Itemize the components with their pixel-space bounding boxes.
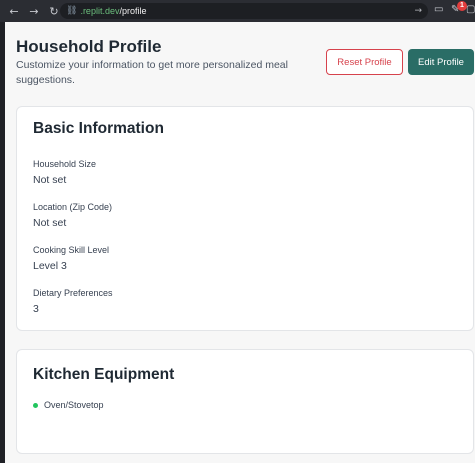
dietary-preferences-label: Dietary Preferences <box>33 288 113 298</box>
location-value: Not set <box>33 217 67 229</box>
screen-cast-icon[interactable]: ▭ <box>434 4 443 15</box>
location-label: Location (Zip Code) <box>33 202 113 212</box>
household-size-value: Not set <box>33 174 67 186</box>
basic-information-card: Basic Information Household Size Not set… <box>16 106 474 331</box>
profile-page: Household Profile Customize your informa… <box>5 22 475 463</box>
card-title: Basic Information <box>33 120 164 137</box>
household-size-label: Household Size <box>33 159 97 169</box>
back-icon[interactable]: ← <box>4 5 24 18</box>
cooking-skill-label: Cooking Skill Level <box>33 245 110 255</box>
go-icon[interactable]: → <box>414 6 422 16</box>
status-dot-icon <box>33 402 38 408</box>
page-title: Household Profile <box>16 37 162 56</box>
browser-toolbar: ← → ↻ ⛓ .replit.dev /profile → ▭ ✎ 1 ▢ <box>0 0 475 22</box>
edit-profile-button[interactable]: Edit Profile <box>408 49 474 75</box>
url-path: /profile <box>119 6 147 16</box>
forward-icon[interactable]: → <box>24 5 44 18</box>
cooking-skill-value: Level 3 <box>33 260 67 272</box>
equipment-label: Oven/Stovetop <box>44 400 104 410</box>
url-host: .replit.dev <box>80 6 120 16</box>
list-item: Oven/Stovetop <box>33 400 104 410</box>
window-icon[interactable]: ▢ <box>466 4 475 15</box>
link-icon: ⛓ <box>66 6 78 16</box>
page-subtitle: Customize your information to get more p… <box>16 59 288 86</box>
address-bar[interactable]: ⛓ .replit.dev /profile → <box>60 3 428 19</box>
card-title: Kitchen Equipment <box>33 366 175 383</box>
reset-profile-button[interactable]: Reset Profile <box>326 49 403 75</box>
dietary-preferences-value: 3 <box>33 303 39 315</box>
kitchen-equipment-card: Kitchen Equipment Oven/Stovetop <box>16 349 474 454</box>
